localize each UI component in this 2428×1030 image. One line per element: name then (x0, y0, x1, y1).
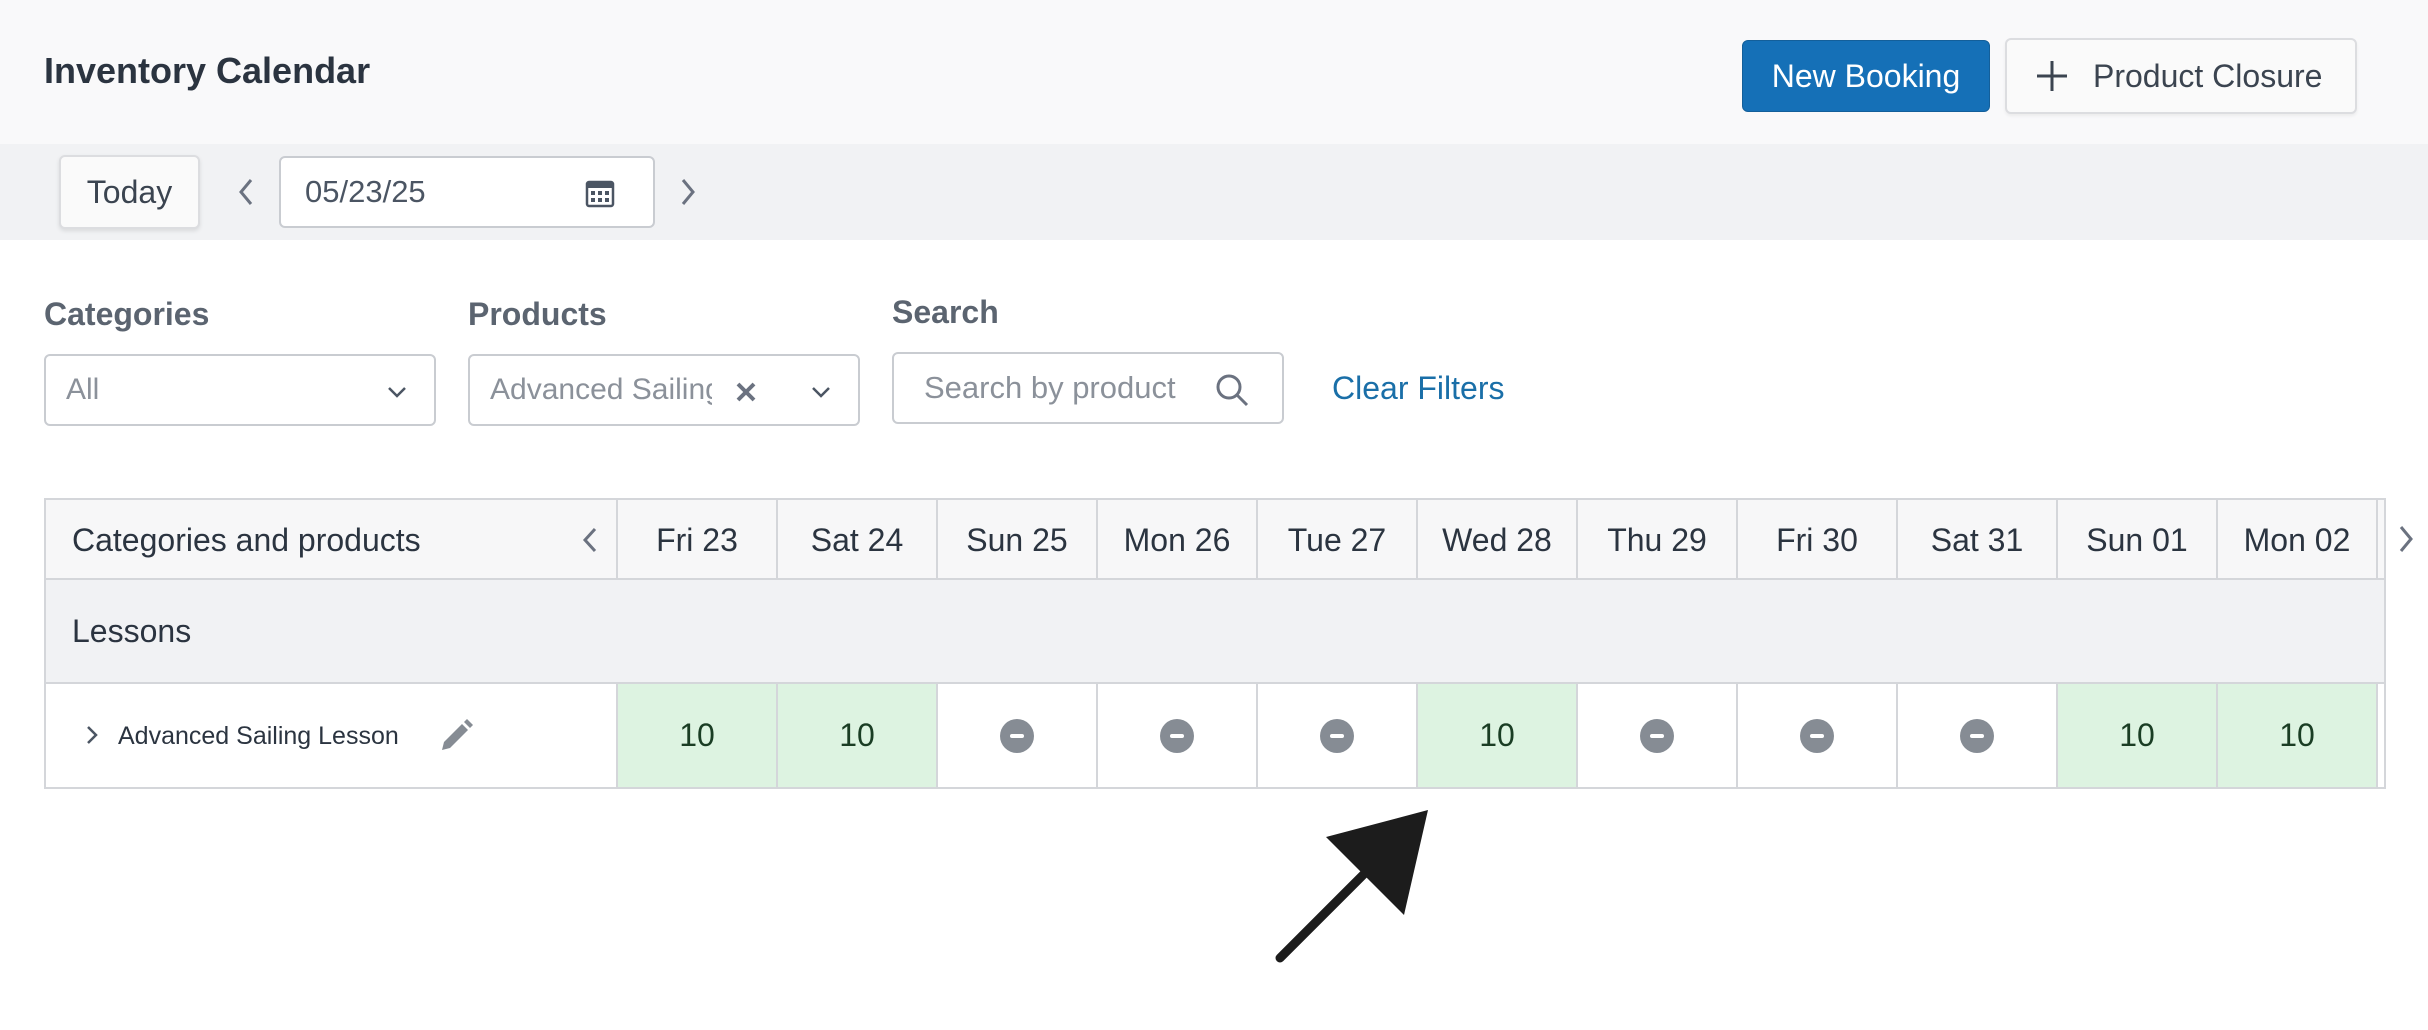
chevron-right-icon[interactable] (2396, 524, 2416, 554)
search-input[interactable]: Search by product (892, 352, 1284, 424)
calendar-icon[interactable] (585, 178, 615, 208)
calendar-header-row: Categories and products Fri 23 Sat 24 Su… (46, 500, 2384, 580)
next-date-button[interactable] (673, 174, 703, 210)
day-header: Sat 24 (778, 500, 938, 580)
day-header: Thu 29 (1578, 500, 1738, 580)
product-closure-label: Product Closure (2093, 57, 2323, 94)
closed-cell[interactable] (1578, 684, 1738, 787)
category-label: Lessons (72, 612, 192, 649)
closed-cell[interactable] (1898, 684, 2058, 787)
categories-label: Categories (44, 296, 210, 332)
day-header: Wed 28 (1418, 500, 1578, 580)
product-closure-button[interactable]: Product Closure (2005, 38, 2357, 114)
products-label: Products (468, 296, 607, 332)
products-value: Advanced Sailing Lesson (490, 373, 712, 406)
product-row: Advanced Sailing Lesson 10 10 10 10 10 (46, 684, 2384, 787)
page-title: Inventory Calendar (44, 50, 371, 91)
category-row-lessons: Lessons (46, 580, 2384, 684)
categories-select[interactable]: All (44, 354, 436, 426)
availability-cell[interactable]: 10 (778, 684, 938, 787)
pointer-arrow (1275, 810, 1428, 963)
today-button[interactable]: Today (59, 155, 200, 229)
clear-filters-link[interactable]: Clear Filters (1332, 370, 1504, 407)
categories-value: All (66, 373, 100, 406)
product-name: Advanced Sailing Lesson (118, 722, 399, 750)
availability-cell[interactable]: 10 (618, 684, 778, 787)
closed-minus-icon (1640, 718, 1674, 753)
chevron-down-icon (812, 387, 830, 398)
products-select[interactable]: Advanced Sailing Lesson (468, 354, 860, 426)
previous-date-button[interactable] (231, 174, 261, 210)
day-header: Sun 25 (938, 500, 1098, 580)
closed-minus-icon (1320, 718, 1354, 753)
closed-cell[interactable] (1098, 684, 1258, 787)
closed-cell[interactable] (1738, 684, 1898, 787)
chevron-left-icon (239, 179, 253, 205)
day-header: Mon 26 (1098, 500, 1258, 580)
closed-cell[interactable] (1258, 684, 1418, 787)
chevron-right-icon (681, 179, 695, 205)
search-placeholder: Search by product (924, 370, 1176, 405)
availability-cell[interactable]: 10 (1418, 684, 1578, 787)
date-value: 05/23/25 (305, 174, 426, 209)
day-header: Sat 31 (1898, 500, 2058, 580)
inventory-calendar-grid: Categories and products Fri 23 Sat 24 Su… (44, 498, 2386, 789)
first-column-header: Categories and products (72, 521, 421, 558)
day-header: Tue 27 (1258, 500, 1418, 580)
day-header: Sun 01 (2058, 500, 2218, 580)
closed-minus-icon (1960, 718, 1994, 753)
closed-minus-icon (1800, 718, 1834, 753)
chevron-left-icon[interactable] (580, 526, 600, 554)
day-header: Fri 23 (618, 500, 778, 580)
day-header: Mon 02 (2218, 500, 2378, 580)
availability-cell[interactable]: 10 (2058, 684, 2218, 787)
product-name-cell: Advanced Sailing Lesson (46, 684, 618, 787)
plus-icon (2037, 61, 2067, 91)
search-icon (1216, 374, 1249, 407)
categories-products-header: Categories and products (46, 500, 618, 580)
chevron-down-icon (388, 387, 406, 398)
date-picker-input[interactable]: 05/23/25 (279, 156, 655, 228)
new-booking-button[interactable]: New Booking (1742, 40, 1990, 112)
clear-x-icon[interactable] (732, 378, 760, 406)
pencil-icon[interactable] (436, 714, 476, 754)
closed-minus-icon (1000, 718, 1034, 753)
expand-chevron-icon[interactable] (84, 724, 100, 746)
availability-cell[interactable]: 10 (2218, 684, 2378, 787)
closed-cell[interactable] (938, 684, 1098, 787)
day-header: Fri 30 (1738, 500, 1898, 580)
date-navigation-bar: Today 05/23/25 (0, 144, 2428, 240)
top-header: Inventory Calendar New Booking Product C… (0, 0, 2428, 144)
closed-minus-icon (1160, 718, 1194, 753)
search-label: Search (892, 294, 999, 330)
